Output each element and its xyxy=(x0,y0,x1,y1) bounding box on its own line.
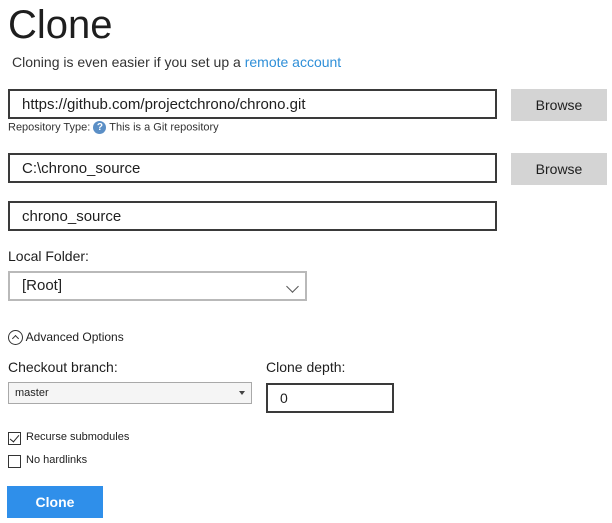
page-title: Clone xyxy=(8,3,113,47)
clone-depth-input[interactable] xyxy=(266,383,394,413)
dropdown-arrow-icon xyxy=(239,391,245,395)
repository-type-value: This is a Git repository xyxy=(109,121,219,134)
recurse-submodules-checkbox[interactable] xyxy=(8,432,21,445)
chevron-down-icon xyxy=(286,280,299,293)
remote-account-link[interactable]: remote account xyxy=(245,54,342,70)
checkout-branch-value: master xyxy=(15,387,49,399)
clone-button[interactable]: Clone xyxy=(7,486,103,518)
subtitle: Cloning is even easier if you set up a r… xyxy=(12,53,341,71)
advanced-options-label: Advanced Options xyxy=(25,330,124,344)
advanced-options-toggle[interactable]: Advanced Options xyxy=(8,330,124,346)
no-hardlinks-checkbox[interactable] xyxy=(8,455,21,468)
checkout-branch-select[interactable]: master xyxy=(8,382,252,404)
local-folder-value: [Root] xyxy=(22,277,63,294)
destination-path-input[interactable] xyxy=(8,153,497,183)
no-hardlinks-label: No hardlinks xyxy=(26,454,88,466)
subtitle-text: Cloning is even easier if you set up a xyxy=(12,54,241,70)
browse-repository-button[interactable]: Browse xyxy=(511,89,607,121)
local-folder-select[interactable]: [Root] xyxy=(8,271,307,301)
clone-depth-label: Clone depth: xyxy=(266,359,346,375)
recurse-submodules-label: Recurse submodules xyxy=(26,431,130,443)
checkout-branch-label: Checkout branch: xyxy=(8,359,118,375)
repository-type-label: Repository Type: xyxy=(8,121,91,134)
repository-type-row: Repository Type: ? This is a Git reposit… xyxy=(8,121,219,134)
help-icon[interactable]: ? xyxy=(93,121,107,134)
name-input[interactable] xyxy=(8,201,497,231)
collapse-arrow-icon xyxy=(8,330,23,346)
browse-destination-button[interactable]: Browse xyxy=(511,153,607,185)
repository-url-input[interactable] xyxy=(8,89,497,119)
local-folder-label: Local Folder: xyxy=(8,248,89,264)
